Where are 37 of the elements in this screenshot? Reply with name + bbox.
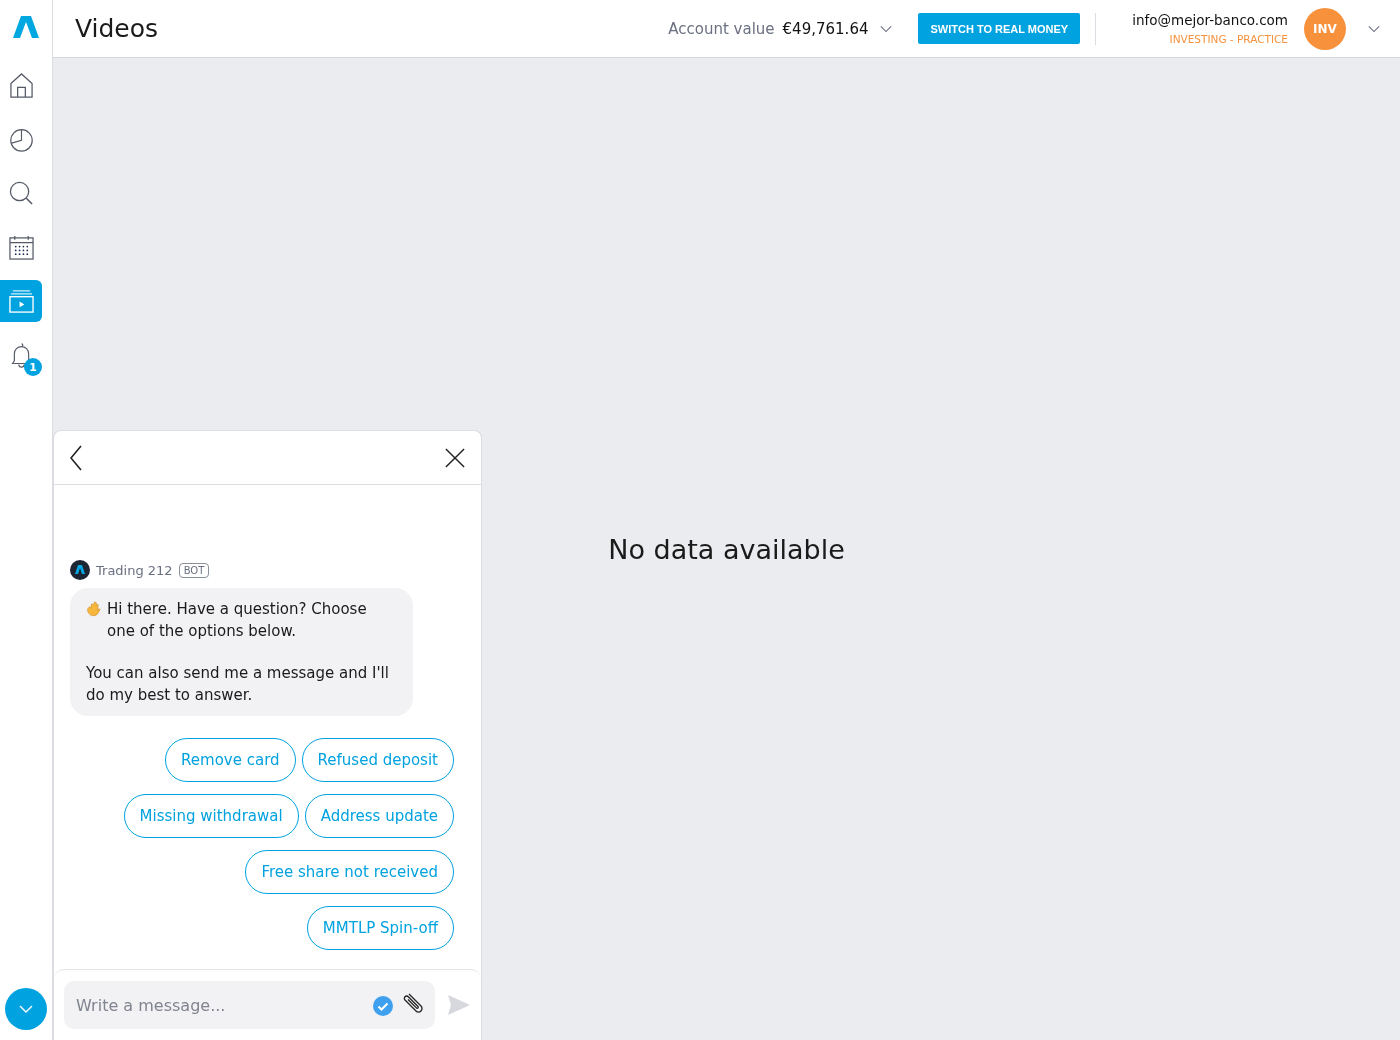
account-value-label: Account value (668, 19, 775, 38)
quick-reply-button[interactable]: MMTLP Spin-off (306, 906, 454, 950)
search-icon (8, 180, 34, 206)
message-input[interactable]: Write a message... (64, 981, 435, 1029)
message-text: You can also send me a message and I'll do my best to answer. (86, 663, 390, 706)
bot-avatar-icon (70, 560, 90, 580)
user-email: info@mejor-banco.com (1132, 12, 1288, 28)
notification-badge: 1 (24, 358, 42, 376)
video-icon (8, 288, 34, 314)
quick-reply-button[interactable]: Address update (304, 794, 454, 838)
check-icon (373, 996, 393, 1016)
sender-name: Trading 212 (96, 562, 173, 578)
chevron-down-icon[interactable] (880, 24, 893, 33)
chevron-down-icon (19, 1005, 33, 1013)
videos-nav-item[interactable] (0, 280, 42, 322)
bot-tag: BOT (178, 562, 210, 578)
empty-message: No data available (608, 533, 845, 565)
account-type: INVESTING - PRACTICE (1169, 33, 1288, 45)
paperclip-icon[interactable] (401, 991, 425, 1015)
chevron-down-icon[interactable] (1368, 24, 1380, 33)
close-icon[interactable] (445, 447, 465, 468)
message-text: Hi there. Have a question? Choose one of the options below. (107, 599, 368, 642)
switch-button[interactable]: SWITCH TO REAL MONEY (918, 13, 1081, 44)
quick-reply-button[interactable]: Free share not received (245, 850, 454, 894)
calendar-icon (8, 234, 34, 260)
collapse-button[interactable] (5, 988, 47, 1030)
quick-reply-button[interactable]: Refused deposit (301, 738, 454, 782)
logo-icon (13, 16, 39, 38)
pie-chart-icon (8, 126, 34, 152)
quick-reply-button[interactable]: Remove card (165, 738, 296, 782)
notifications-nav-item[interactable]: 1 (0, 334, 42, 376)
home-icon (8, 72, 34, 98)
back-icon[interactable] (70, 444, 82, 471)
quick-reply-button[interactable]: Missing withdrawal (123, 794, 299, 838)
account-value: €49,761.64 (782, 19, 869, 38)
page-title: Videos (75, 14, 160, 43)
avatar[interactable]: INV (1304, 7, 1346, 50)
